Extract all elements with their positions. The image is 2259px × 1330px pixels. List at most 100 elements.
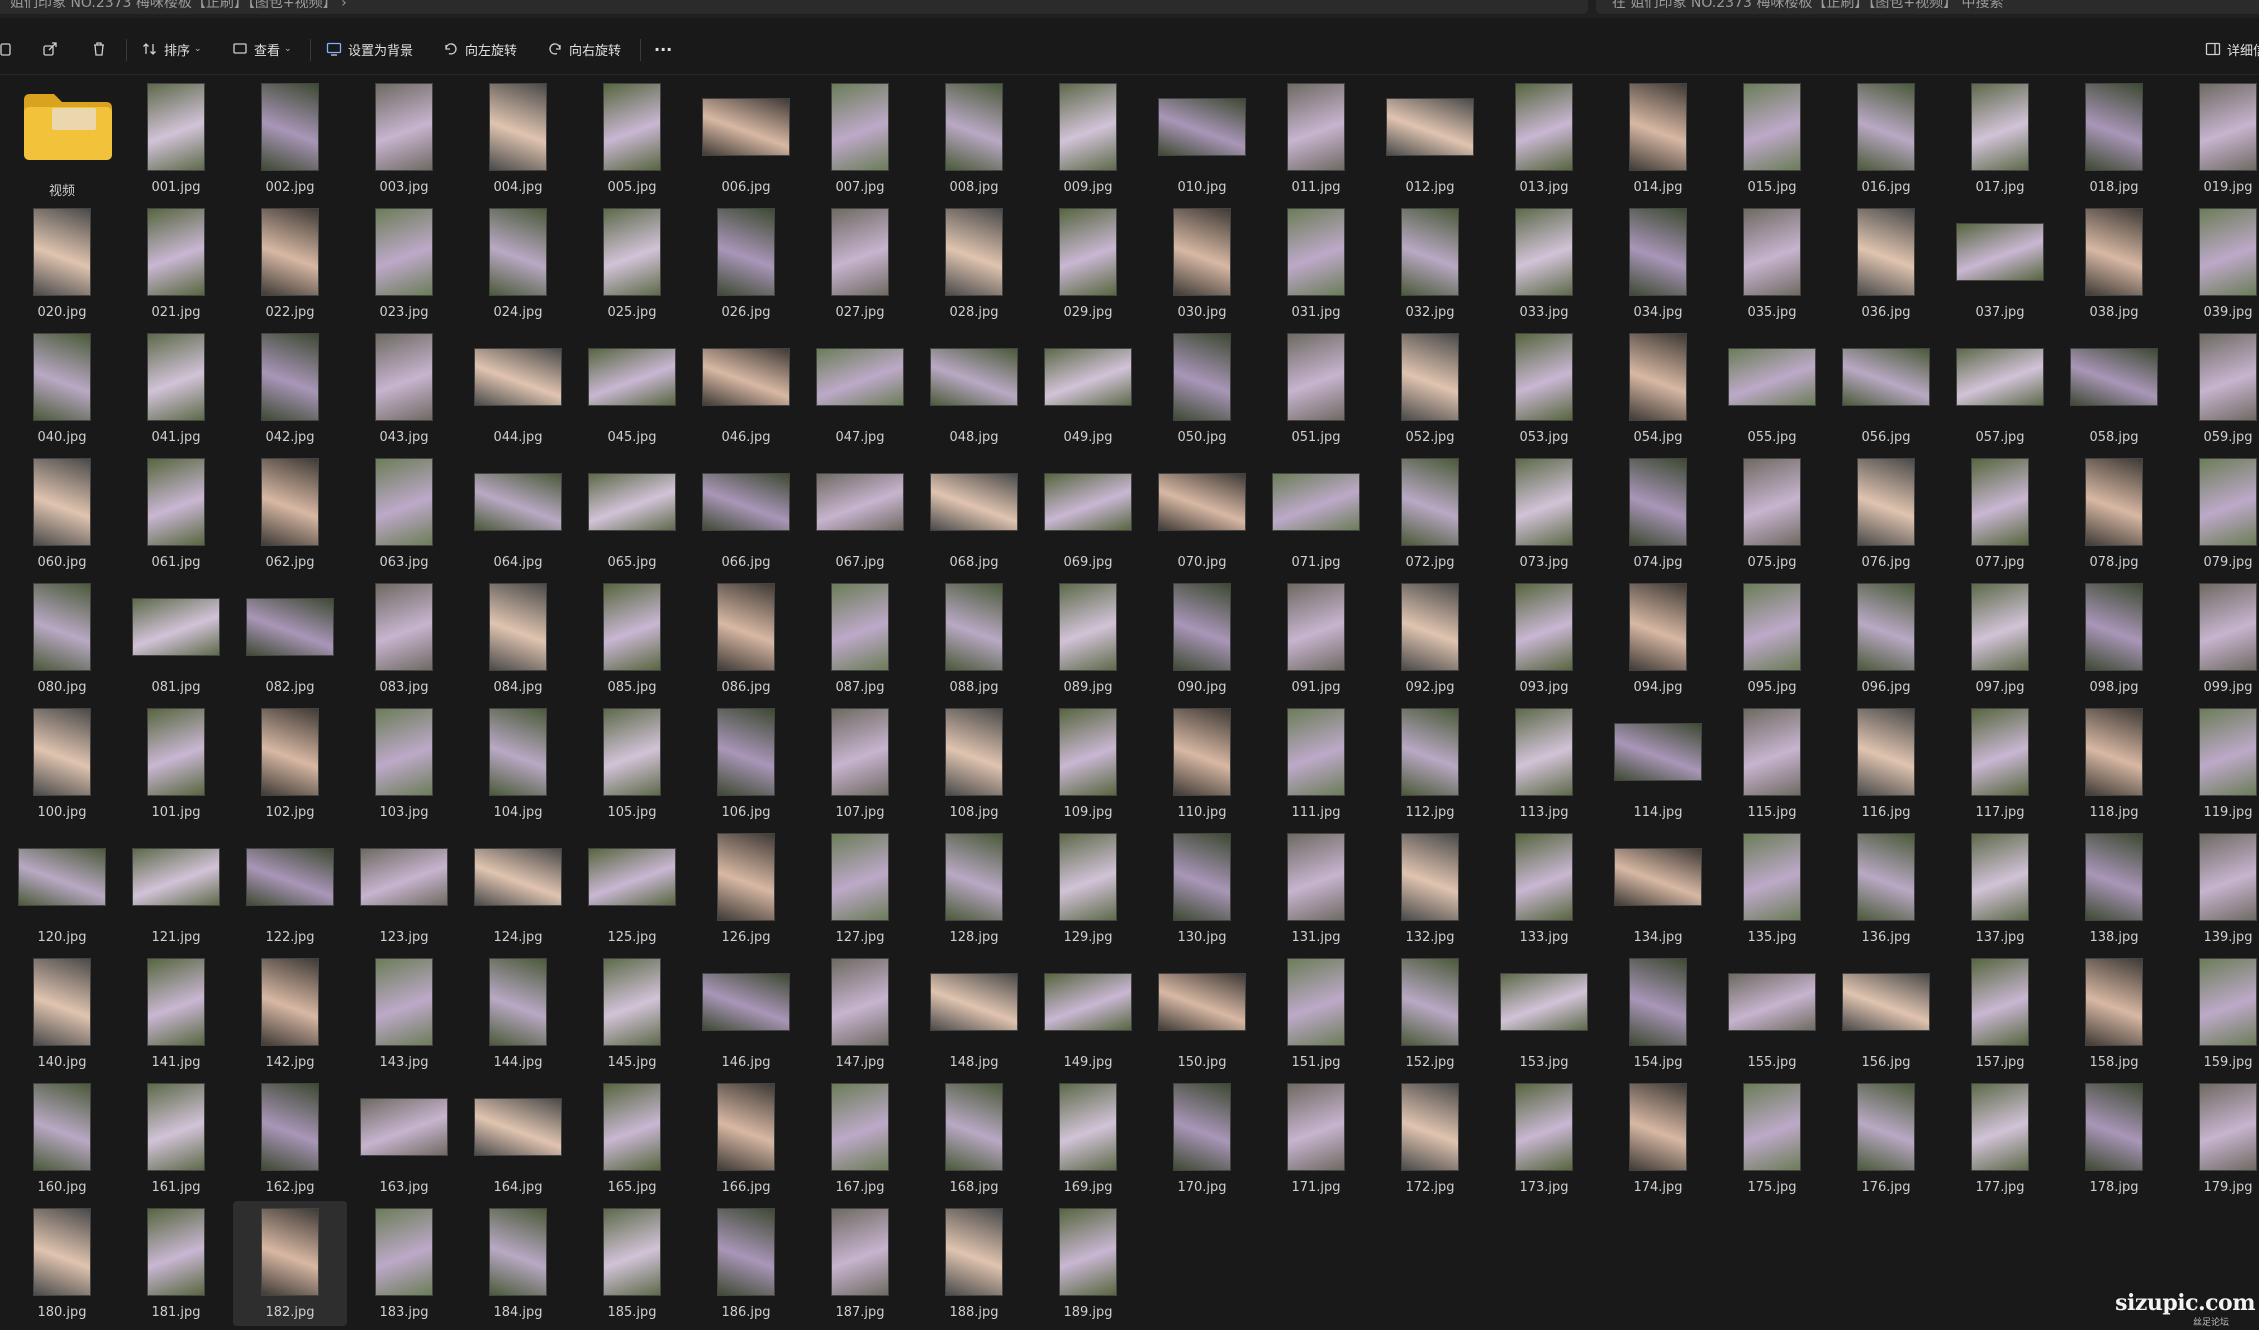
- file-item[interactable]: 116.jpg: [1829, 701, 1943, 826]
- file-item[interactable]: 017.jpg: [1943, 76, 2057, 201]
- file-item[interactable]: 003.jpg: [347, 76, 461, 201]
- file-item[interactable]: 027.jpg: [803, 201, 917, 326]
- file-item[interactable]: 052.jpg: [1373, 326, 1487, 451]
- file-item[interactable]: 187.jpg: [803, 1201, 917, 1326]
- file-item[interactable]: 176.jpg: [1829, 1076, 1943, 1201]
- file-item[interactable]: 065.jpg: [575, 451, 689, 576]
- file-item[interactable]: 183.jpg: [347, 1201, 461, 1326]
- file-item[interactable]: 164.jpg: [461, 1076, 575, 1201]
- file-item[interactable]: 094.jpg: [1601, 576, 1715, 701]
- file-item[interactable]: 157.jpg: [1943, 951, 2057, 1076]
- file-item[interactable]: 076.jpg: [1829, 451, 1943, 576]
- copy-button[interactable]: [0, 24, 16, 74]
- file-item[interactable]: 085.jpg: [575, 576, 689, 701]
- file-item[interactable]: 132.jpg: [1373, 826, 1487, 951]
- file-item[interactable]: 182.jpg: [233, 1201, 347, 1326]
- file-item[interactable]: 146.jpg: [689, 951, 803, 1076]
- file-item[interactable]: 129.jpg: [1031, 826, 1145, 951]
- file-item[interactable]: 100.jpg: [5, 701, 119, 826]
- file-item[interactable]: 109.jpg: [1031, 701, 1145, 826]
- file-item[interactable]: 141.jpg: [119, 951, 233, 1076]
- file-item[interactable]: 075.jpg: [1715, 451, 1829, 576]
- details-pane-button[interactable]: 详细信: [2205, 24, 2259, 74]
- file-item[interactable]: 087.jpg: [803, 576, 917, 701]
- file-item[interactable]: 015.jpg: [1715, 76, 1829, 201]
- file-item[interactable]: 031.jpg: [1259, 201, 1373, 326]
- file-item[interactable]: 005.jpg: [575, 76, 689, 201]
- file-item[interactable]: 033.jpg: [1487, 201, 1601, 326]
- file-item[interactable]: 066.jpg: [689, 451, 803, 576]
- file-item[interactable]: 093.jpg: [1487, 576, 1601, 701]
- file-item[interactable]: 171.jpg: [1259, 1076, 1373, 1201]
- file-item[interactable]: 071.jpg: [1259, 451, 1373, 576]
- file-item[interactable]: 049.jpg: [1031, 326, 1145, 451]
- file-item[interactable]: 168.jpg: [917, 1076, 1031, 1201]
- file-item[interactable]: 083.jpg: [347, 576, 461, 701]
- file-item[interactable]: 119.jpg: [2171, 701, 2259, 826]
- file-item[interactable]: 115.jpg: [1715, 701, 1829, 826]
- file-item[interactable]: 155.jpg: [1715, 951, 1829, 1076]
- file-item[interactable]: 069.jpg: [1031, 451, 1145, 576]
- file-item[interactable]: 123.jpg: [347, 826, 461, 951]
- file-item[interactable]: 014.jpg: [1601, 76, 1715, 201]
- file-item[interactable]: 008.jpg: [917, 76, 1031, 201]
- file-item[interactable]: 091.jpg: [1259, 576, 1373, 701]
- file-item[interactable]: 030.jpg: [1145, 201, 1259, 326]
- more-options-button[interactable]: ···: [654, 24, 672, 74]
- file-item[interactable]: 035.jpg: [1715, 201, 1829, 326]
- file-item[interactable]: 064.jpg: [461, 451, 575, 576]
- file-item[interactable]: 149.jpg: [1031, 951, 1145, 1076]
- file-item[interactable]: 034.jpg: [1601, 201, 1715, 326]
- file-item[interactable]: 188.jpg: [917, 1201, 1031, 1326]
- file-item[interactable]: 144.jpg: [461, 951, 575, 1076]
- file-item[interactable]: 117.jpg: [1943, 701, 2057, 826]
- file-item[interactable]: 124.jpg: [461, 826, 575, 951]
- file-item[interactable]: 079.jpg: [2171, 451, 2259, 576]
- file-item[interactable]: 127.jpg: [803, 826, 917, 951]
- file-item[interactable]: 081.jpg: [119, 576, 233, 701]
- rotate-right-button[interactable]: 向右旋转: [547, 24, 621, 74]
- file-item[interactable]: 095.jpg: [1715, 576, 1829, 701]
- file-item[interactable]: 092.jpg: [1373, 576, 1487, 701]
- file-item[interactable]: 133.jpg: [1487, 826, 1601, 951]
- file-item[interactable]: 059.jpg: [2171, 326, 2259, 451]
- address-path[interactable]: 姐们印象 NO.2373 梅味楼板【正刷】【图包+视频】 ›: [10, 0, 347, 12]
- file-item[interactable]: 102.jpg: [233, 701, 347, 826]
- file-item[interactable]: 173.jpg: [1487, 1076, 1601, 1201]
- file-item[interactable]: 077.jpg: [1943, 451, 2057, 576]
- file-item[interactable]: 016.jpg: [1829, 76, 1943, 201]
- file-item[interactable]: 019.jpg: [2171, 76, 2259, 201]
- file-item[interactable]: 122.jpg: [233, 826, 347, 951]
- file-item[interactable]: 039.jpg: [2171, 201, 2259, 326]
- folder-item[interactable]: 视频: [5, 76, 119, 201]
- file-item[interactable]: 062.jpg: [233, 451, 347, 576]
- file-item[interactable]: 126.jpg: [689, 826, 803, 951]
- file-item[interactable]: 063.jpg: [347, 451, 461, 576]
- file-item[interactable]: 186.jpg: [689, 1201, 803, 1326]
- file-item[interactable]: 040.jpg: [5, 326, 119, 451]
- file-item[interactable]: 050.jpg: [1145, 326, 1259, 451]
- file-item[interactable]: 128.jpg: [917, 826, 1031, 951]
- file-item[interactable]: 160.jpg: [5, 1076, 119, 1201]
- file-item[interactable]: 044.jpg: [461, 326, 575, 451]
- file-item[interactable]: 073.jpg: [1487, 451, 1601, 576]
- file-item[interactable]: 057.jpg: [1943, 326, 2057, 451]
- file-item[interactable]: 165.jpg: [575, 1076, 689, 1201]
- file-item[interactable]: 154.jpg: [1601, 951, 1715, 1076]
- file-item[interactable]: 001.jpg: [119, 76, 233, 201]
- file-item[interactable]: 147.jpg: [803, 951, 917, 1076]
- file-item[interactable]: 043.jpg: [347, 326, 461, 451]
- file-item[interactable]: 103.jpg: [347, 701, 461, 826]
- file-item[interactable]: 010.jpg: [1145, 76, 1259, 201]
- file-item[interactable]: 135.jpg: [1715, 826, 1829, 951]
- file-item[interactable]: 152.jpg: [1373, 951, 1487, 1076]
- file-item[interactable]: 012.jpg: [1373, 76, 1487, 201]
- file-item[interactable]: 070.jpg: [1145, 451, 1259, 576]
- file-item[interactable]: 172.jpg: [1373, 1076, 1487, 1201]
- file-item[interactable]: 130.jpg: [1145, 826, 1259, 951]
- file-item[interactable]: 046.jpg: [689, 326, 803, 451]
- sort-button[interactable]: 排序 ⌄: [142, 24, 202, 74]
- file-item[interactable]: 013.jpg: [1487, 76, 1601, 201]
- file-item[interactable]: 140.jpg: [5, 951, 119, 1076]
- file-item[interactable]: 058.jpg: [2057, 326, 2171, 451]
